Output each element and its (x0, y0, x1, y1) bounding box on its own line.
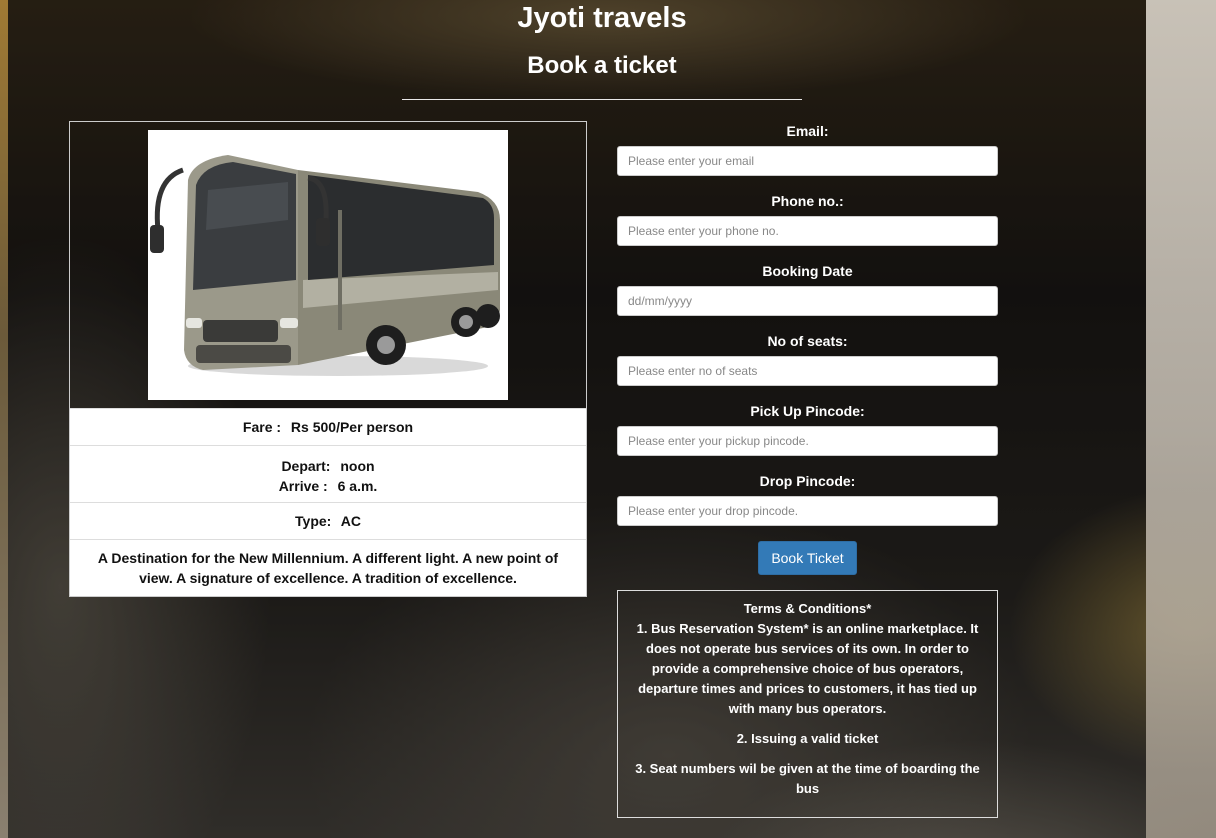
page-title: Book a ticket (527, 52, 677, 79)
booking-date-field[interactable] (617, 286, 998, 316)
type-label: Type: (295, 513, 332, 529)
pickup-pincode-field[interactable] (617, 426, 998, 456)
background-edge-left (0, 0, 8, 838)
title-divider (402, 99, 802, 100)
email-label: Email: (786, 123, 829, 139)
schedule-row: Depart: noon Arrive : 6 a.m. (70, 445, 586, 502)
fare-row: Fare : Rs 500/Per person (70, 408, 586, 445)
drop-pincode-label: Drop Pincode: (759, 473, 856, 489)
terms-item-1: 1. Bus Reservation System* is an online … (636, 621, 979, 716)
depart-label: Depart: (281, 458, 331, 474)
phone-field[interactable] (617, 216, 998, 246)
pickup-pincode-label: Pick Up Pincode: (750, 403, 865, 419)
site-title: Jyoti travels (517, 2, 687, 34)
booking-date-label: Booking Date (762, 263, 853, 279)
phone-label: Phone no.: (771, 193, 844, 209)
seats-field[interactable] (617, 356, 998, 386)
depart-value: noon (340, 458, 375, 474)
type-row: Type: AC (70, 502, 586, 539)
drop-pincode-field[interactable] (617, 496, 998, 526)
seats-label: No of seats: (767, 333, 848, 349)
terms-heading: Terms & Conditions* (743, 601, 872, 616)
email-field[interactable] (617, 146, 998, 176)
bus-image (148, 130, 508, 400)
background-edge-right (1146, 0, 1216, 838)
type-value: AC (340, 513, 361, 529)
terms-item-2: 2. Issuing a valid ticket (736, 731, 879, 746)
bus-card: Fare : Rs 500/Per person Depart: noon Ar… (69, 121, 587, 597)
arrive-value: 6 a.m. (337, 478, 378, 494)
fare-label: Fare : (242, 419, 282, 435)
terms-box: Terms & Conditions* 1. Bus Reservation S… (617, 590, 998, 818)
book-ticket-button[interactable]: Book Ticket (758, 541, 857, 575)
fare-value: Rs 500/Per person (290, 419, 414, 435)
arrive-label: Arrive : (278, 478, 328, 494)
bus-description: A Destination for the New Millennium. A … (70, 539, 586, 596)
terms-item-3: 3. Seat numbers wil be given at the time… (635, 761, 980, 796)
